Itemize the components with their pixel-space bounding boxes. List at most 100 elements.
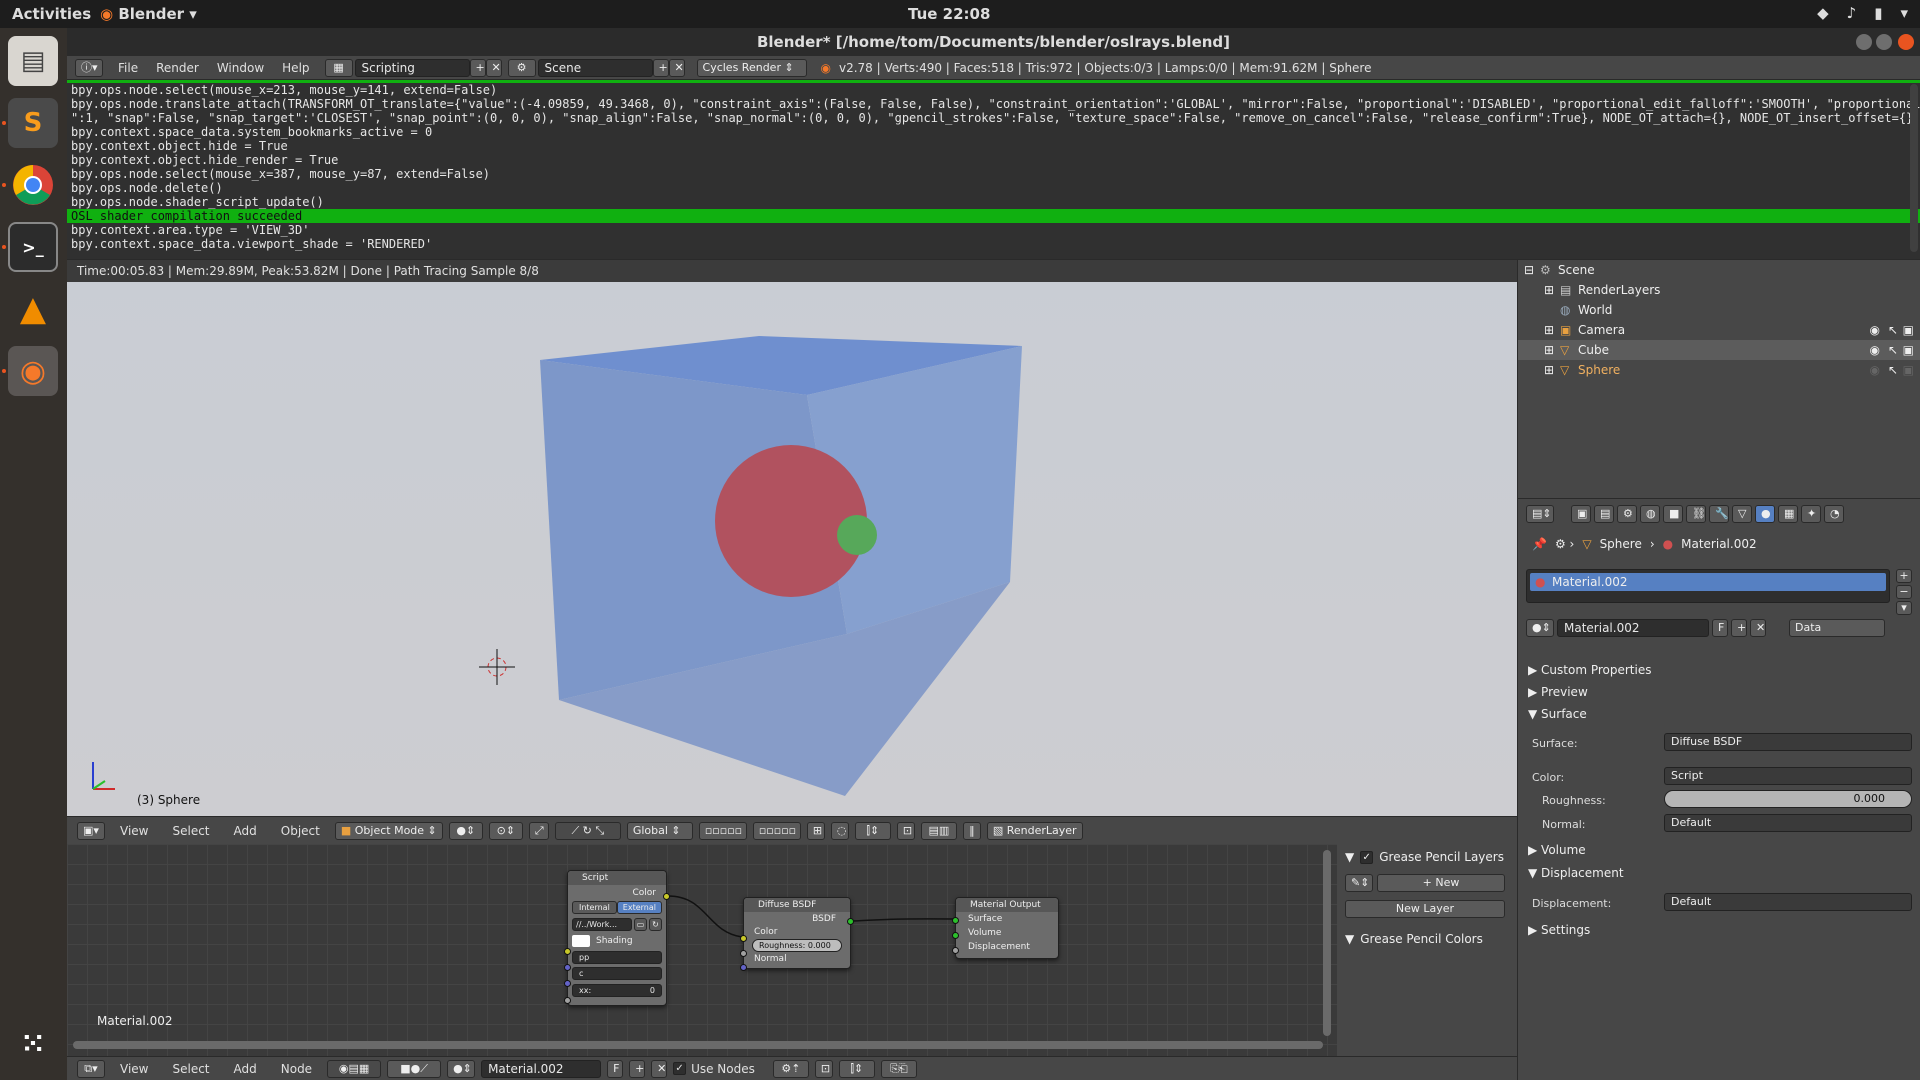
minimize-button[interactable]	[1856, 34, 1872, 50]
clock[interactable]: Tue 22:08	[908, 5, 990, 23]
diffuse-color-socket[interactable]	[740, 935, 747, 942]
pause-render-icon[interactable]: ‖	[962, 821, 981, 840]
pivot-icon[interactable]: ⊙⇕	[488, 821, 523, 840]
outliner-row-camera[interactable]: ⊞ ▣ Camera ◉ ↖ ▣	[1518, 320, 1920, 340]
node-hscrollbar[interactable]	[73, 1041, 1323, 1049]
render-camera-icon[interactable]: ▣	[1903, 340, 1914, 360]
output-volume-socket[interactable]	[952, 932, 959, 939]
bsdf-out-socket[interactable]	[847, 918, 854, 925]
normal-dropdown[interactable]: Default	[1664, 814, 1912, 832]
node-snap-mode-icon[interactable]: ⫿⇕	[838, 1059, 875, 1078]
activities-button[interactable]: Activities	[12, 5, 91, 23]
maximize-button[interactable]	[1876, 34, 1892, 50]
output-surface-socket[interactable]	[952, 917, 959, 924]
app-menu[interactable]: ◉ Blender ▾	[100, 5, 197, 23]
node-menu-add[interactable]: Add	[225, 1062, 266, 1076]
pin-icon[interactable]: 📌	[1532, 537, 1547, 551]
add-material-icon[interactable]: +	[1731, 619, 1747, 637]
particles-tab-icon[interactable]: ✦	[1801, 505, 1821, 523]
material-slots-list[interactable]: ● Material.002	[1526, 569, 1890, 603]
material-slot-item[interactable]: ● Material.002	[1530, 573, 1886, 591]
script-external-toggle[interactable]: External	[616, 901, 662, 914]
chrome-icon[interactable]	[8, 160, 58, 210]
object-tab-icon[interactable]: ■	[1663, 505, 1683, 523]
texture-tab-icon[interactable]: ▦	[1778, 505, 1798, 523]
gp-new-layer-button[interactable]: New Layer	[1345, 900, 1505, 918]
close-button[interactable]	[1898, 34, 1914, 50]
script-c-socket[interactable]	[564, 980, 571, 987]
properties-tabs[interactable]: ▤⇕ ▣ ▤ ⚙ ◍ ■ ⛓ 🔧 ▽ ● ▦ ✦ ◔	[1526, 505, 1844, 523]
render-camera-icon[interactable]: ▣	[1903, 320, 1914, 340]
node-vscrollbar[interactable]	[1323, 850, 1331, 1036]
scene-icon[interactable]: ⚙	[507, 58, 536, 77]
menu-select[interactable]: Select	[163, 824, 218, 838]
diffuse-normal-socket[interactable]	[740, 964, 747, 971]
remove-scene-icon[interactable]: ✕	[668, 58, 685, 77]
proportional-edit-icon[interactable]: ◌	[830, 821, 849, 840]
outliner-row-cube[interactable]: ⊞ ▽ Cube ◉ ↖ ▣	[1518, 340, 1920, 360]
menu-window[interactable]: Window	[208, 61, 273, 75]
section-displacement[interactable]: ▼ Displacement	[1528, 866, 1624, 880]
render-layer-field[interactable]: ▧ RenderLayer	[986, 821, 1083, 840]
snap-target-icon[interactable]: ⊡	[896, 821, 915, 840]
menu-object[interactable]: Object	[272, 824, 329, 838]
menu-help[interactable]: Help	[273, 61, 318, 75]
menu-view[interactable]: View	[111, 824, 157, 838]
roughness-slider[interactable]: 0.000	[1664, 790, 1912, 808]
outliner[interactable]: ⊟ ⚙ Scene ⊞ ▤ RenderLayers ◍ World ⊞ ▣ C…	[1518, 260, 1920, 498]
node-menu-node[interactable]: Node	[272, 1062, 321, 1076]
use-nodes-toggle[interactable]: ✓ Use Nodes	[673, 1062, 755, 1076]
pencil-icon[interactable]: ✎⇕	[1345, 874, 1373, 892]
diffuse-roughness-slider[interactable]: Roughness: 0.000	[752, 939, 842, 952]
outliner-row-scene[interactable]: ⊟ ⚙ Scene	[1518, 260, 1920, 280]
node-unlink-material-icon[interactable]: ✕	[651, 1059, 668, 1078]
menu-file[interactable]: File	[109, 61, 147, 75]
script-input-c[interactable]: c	[572, 967, 662, 980]
link-dropdown[interactable]: Data	[1789, 619, 1885, 637]
material-browse-icon[interactable]: ●⇕	[447, 1059, 476, 1078]
eye-closed-icon[interactable]: ◉	[1870, 360, 1880, 380]
node-fake-user-button[interactable]: F	[607, 1059, 624, 1078]
editor-type-props-icon[interactable]: ▤⇕	[1526, 505, 1554, 523]
color-dropdown[interactable]: Script	[1664, 767, 1912, 785]
terminal-icon[interactable]: >_	[8, 222, 58, 272]
render-preview-icons[interactable]: ▤▥	[920, 821, 957, 840]
blender-icon[interactable]: ◉	[8, 346, 58, 396]
add-layout-icon[interactable]: +	[469, 58, 486, 77]
render-engine-dropdown[interactable]: Cycles Render ⇕	[696, 58, 807, 77]
diffuse-bsdf-node[interactable]: Diffuse BSDF BSDF Color Roughness: 0.000…	[740, 897, 854, 971]
cursor-select-icon[interactable]: ↖	[1888, 320, 1898, 340]
manipulator-icon[interactable]: ⤢	[528, 821, 549, 840]
menu-add[interactable]: Add	[225, 824, 266, 838]
scene-field[interactable]: Scene	[537, 58, 653, 77]
section-volume[interactable]: ▶ Volume	[1528, 843, 1586, 857]
node-menu-select[interactable]: Select	[163, 1062, 218, 1076]
modifiers-tab-icon[interactable]: 🔧	[1709, 505, 1729, 523]
layout-icon[interactable]: ▦	[324, 58, 353, 77]
script-xx-socket[interactable]	[564, 997, 571, 1004]
editor-type-3d-icon[interactable]: ▣▾	[77, 821, 105, 840]
physics-tab-icon[interactable]: ◔	[1824, 505, 1844, 523]
eye-icon[interactable]: ◉	[1870, 320, 1880, 340]
outliner-row-world[interactable]: ◍ World	[1518, 300, 1920, 320]
eye-icon[interactable]: ◉	[1870, 340, 1880, 360]
vlc-icon[interactable]: ▲	[8, 284, 58, 334]
layers-grid-1[interactable]: ▫▫▫▫▫	[698, 821, 747, 840]
gp-new-button[interactable]: + New	[1377, 874, 1505, 892]
script-input-pp[interactable]: pp	[572, 951, 662, 964]
cursor-select-icon[interactable]: ↖	[1888, 360, 1898, 380]
renderlayers-tab-icon[interactable]: ▤	[1594, 505, 1614, 523]
node-editor-canvas[interactable]: Script Color Internal External //../Work…	[67, 844, 1337, 1062]
script-path-field[interactable]: //../Work...	[572, 918, 632, 931]
shader-type-icons[interactable]: ■●⟋	[387, 1059, 442, 1078]
sublime-icon[interactable]: S	[8, 98, 58, 148]
add-slot-icon[interactable]: +	[1896, 569, 1912, 583]
section-preview[interactable]: ▶ Preview	[1528, 685, 1588, 699]
use-nodes-checkbox[interactable]: ✓	[673, 1062, 687, 1075]
cursor-select-icon[interactable]: ↖	[1888, 340, 1898, 360]
script-input-xx[interactable]: xx: 0	[572, 984, 662, 997]
node-menu-view[interactable]: View	[111, 1062, 157, 1076]
material-browse-icon[interactable]: ●⇕	[1526, 619, 1554, 637]
script-pp-socket[interactable]	[564, 964, 571, 971]
editor-type-node-icon[interactable]: ⧉▾	[77, 1059, 105, 1078]
